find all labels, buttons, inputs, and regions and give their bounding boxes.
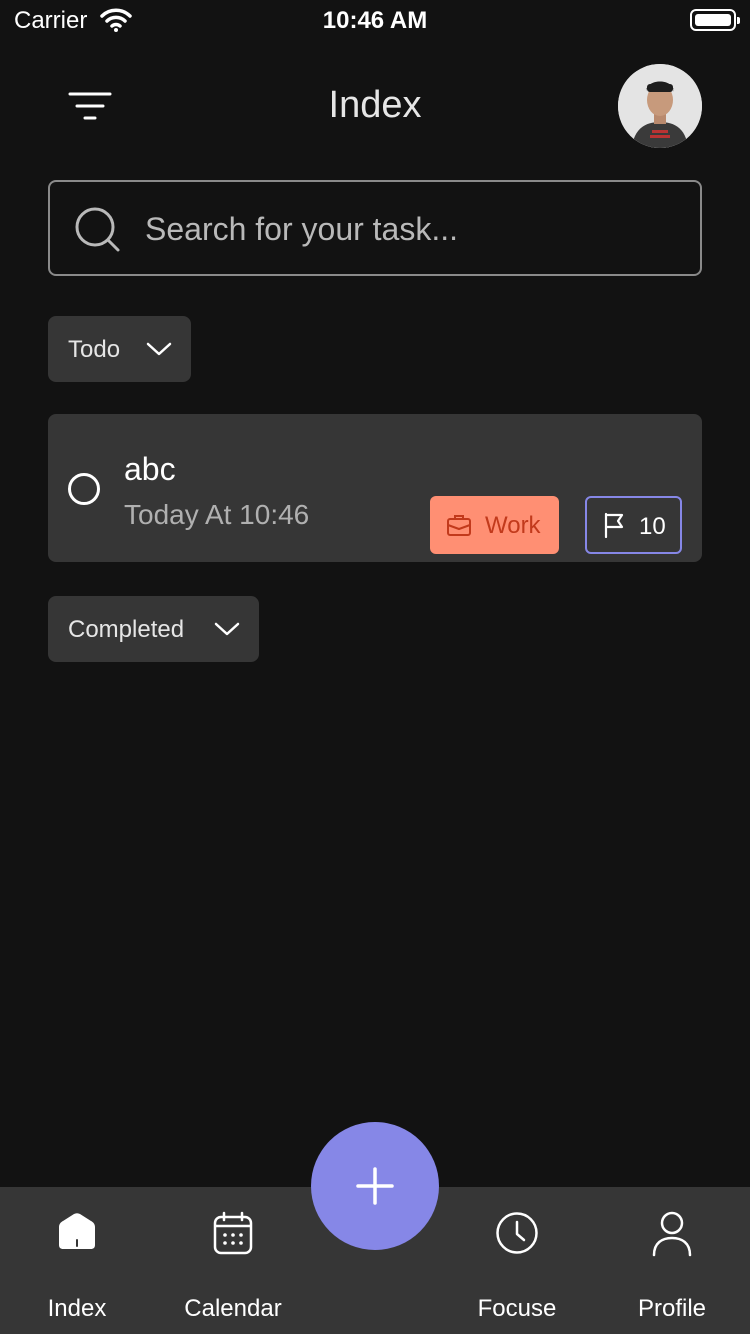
search-input[interactable]: [145, 202, 685, 256]
nav-item-profile[interactable]: Profile: [611, 1187, 733, 1334]
chevron-down-icon: [146, 342, 172, 356]
priority-label: 10: [639, 513, 666, 540]
task-time: Today At 10:46: [124, 499, 310, 530]
category-chip[interactable]: Work: [430, 496, 559, 554]
completed-section-label: Completed: [68, 616, 185, 643]
avatar-photo: [618, 64, 702, 148]
todo-section-toggle[interactable]: Todo: [48, 316, 191, 382]
completed-section-toggle[interactable]: Completed: [48, 596, 259, 662]
user-icon: [652, 1211, 692, 1257]
nav-label-profile: Profile: [637, 1295, 707, 1322]
nav-item-calendar[interactable]: Calendar: [172, 1187, 294, 1334]
flag-icon: [604, 512, 624, 538]
task-card[interactable]: abc Today At 10:46 Work 10: [48, 414, 702, 562]
todo-section-label: Todo: [68, 336, 121, 363]
priority-chip[interactable]: 10: [585, 496, 682, 554]
nav-label-calendar: Calendar: [184, 1295, 282, 1322]
search-box[interactable]: [48, 180, 702, 276]
app-screen: Carrier 10:46 AM Index Search for your t…: [0, 0, 750, 1334]
plus-icon: [356, 1167, 394, 1205]
status-bar: Carrier 10:46 AM: [0, 0, 750, 40]
category-label: Work: [485, 512, 541, 539]
chevron-down-icon: [214, 622, 240, 636]
task-complete-checkbox[interactable]: [68, 473, 100, 505]
user-avatar[interactable]: [618, 64, 702, 148]
search-icon: [75, 207, 120, 252]
briefcase-icon: [447, 515, 471, 536]
nav-label-index: Index: [47, 1295, 107, 1322]
calendar-icon: [213, 1211, 253, 1255]
nav-item-focuse[interactable]: Focuse: [456, 1187, 578, 1334]
task-title: abc: [124, 451, 176, 487]
status-time: 10:46 AM: [322, 7, 428, 34]
battery-icon: [690, 9, 740, 31]
nav-label-focuse: Focuse: [477, 1295, 557, 1322]
clock-icon: [496, 1212, 538, 1254]
add-task-button[interactable]: [311, 1122, 439, 1250]
nav-item-index[interactable]: Index: [16, 1187, 138, 1334]
home-icon: [59, 1213, 95, 1249]
